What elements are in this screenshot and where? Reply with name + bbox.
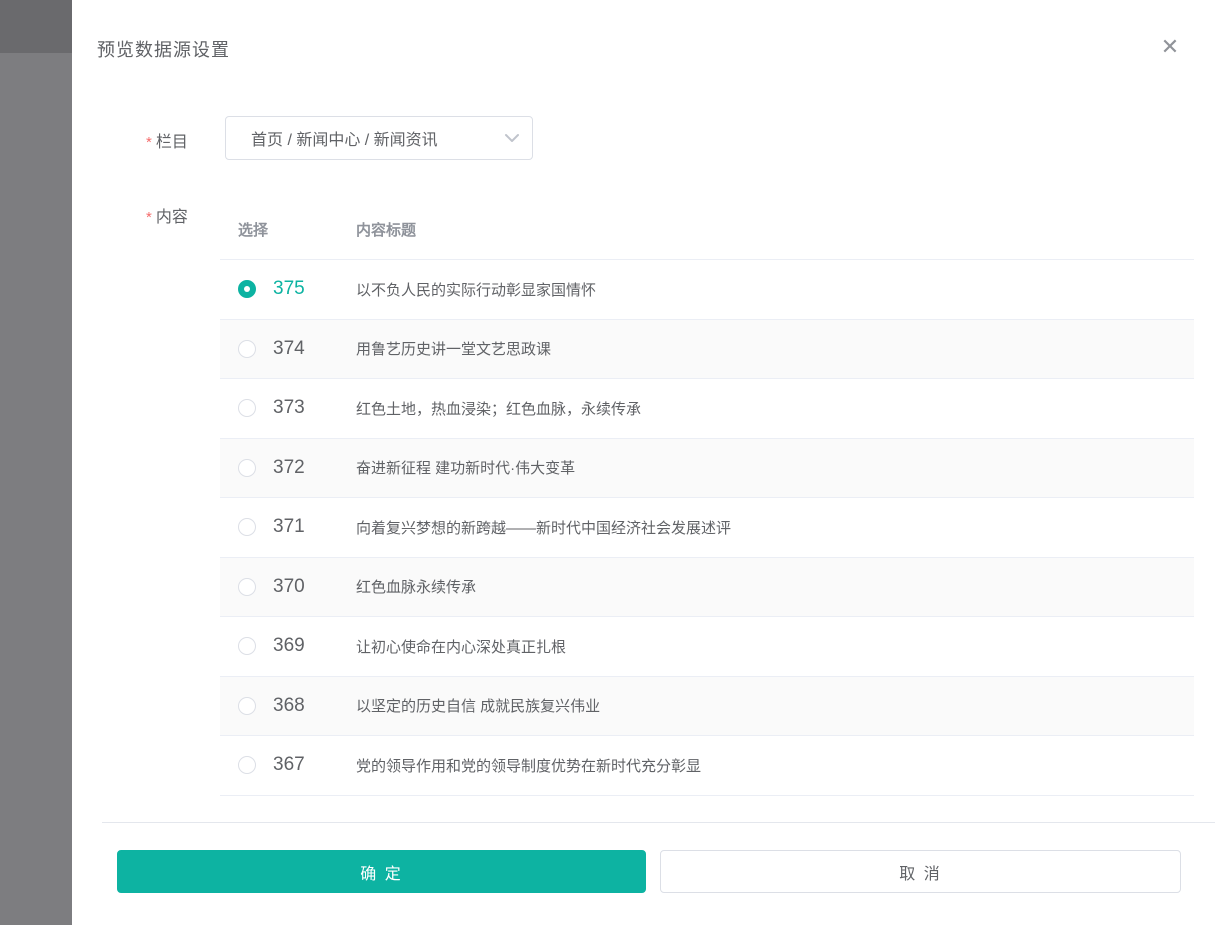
required-mark: * <box>146 209 152 226</box>
row-title: 奋进新征程 建功新时代·伟大变革 <box>356 460 576 478</box>
row-id: 373 <box>273 397 305 419</box>
row-title: 向着复兴梦想的新跨越——新时代中国经济社会发展述评 <box>356 519 732 537</box>
row-select-cell: 374 <box>220 338 356 360</box>
table-row[interactable]: 373 红色土地，热血浸染；红色血脉，永续传承 <box>220 379 1194 439</box>
column-select-value: 首页 / 新闻中心 / 新闻资讯 <box>251 132 438 149</box>
required-mark: * <box>146 134 152 151</box>
row-select-cell: 368 <box>220 695 356 717</box>
row-title: 用鲁艺历史讲一堂文艺思政课 <box>356 341 552 359</box>
table-row[interactable]: 372 奋进新征程 建功新时代·伟大变革 <box>220 438 1194 498</box>
header-title-column: 内容标题 <box>356 222 417 239</box>
radio-button-icon[interactable] <box>238 637 256 656</box>
confirm-button[interactable]: 确 定 <box>117 850 646 893</box>
row-select-cell: 369 <box>220 635 356 657</box>
row-id: 369 <box>273 635 305 657</box>
row-id: 375 <box>273 278 305 300</box>
table-row[interactable]: 369 让初心使命在内心深处真正扎根 <box>220 617 1194 677</box>
close-icon[interactable]: ✕ <box>1154 31 1186 63</box>
row-id: 367 <box>273 754 305 776</box>
row-id: 370 <box>273 575 305 597</box>
radio-button-icon[interactable] <box>238 458 256 477</box>
row-title: 让初心使命在内心深处真正扎根 <box>356 638 567 656</box>
dialog-title: 预览数据源设置 <box>97 40 230 60</box>
radio-button-icon[interactable] <box>238 577 256 596</box>
content-table-header: 选择 内容标题 <box>220 200 1194 260</box>
radio-button-icon[interactable] <box>238 756 256 775</box>
cancel-button[interactable]: 取 消 <box>660 850 1181 893</box>
row-select-cell: 373 <box>220 397 356 419</box>
row-id: 372 <box>273 456 305 478</box>
row-title: 红色土地，热血浸染；红色血脉，永续传承 <box>356 400 642 418</box>
content-table-body: 375 以不负人民的实际行动彰显家国情怀 374 用鲁艺历史讲一堂文艺思政课 3… <box>220 260 1194 796</box>
row-title: 党的领导作用和党的领导制度优势在新时代充分彰显 <box>356 757 702 775</box>
table-row[interactable]: 367 党的领导作用和党的领导制度优势在新时代充分彰显 <box>220 736 1194 796</box>
radio-button-icon[interactable] <box>238 518 256 537</box>
table-row[interactable]: 371 向着复兴梦想的新跨越——新时代中国经济社会发展述评 <box>220 498 1194 558</box>
table-row[interactable]: 368 以坚定的历史自信 成就民族复兴伟业 <box>220 676 1194 736</box>
row-title: 以坚定的历史自信 成就民族复兴伟业 <box>356 698 601 716</box>
row-title: 红色血脉永续传承 <box>356 579 477 597</box>
column-field-label: * 栏目 <box>146 128 188 152</box>
row-select-cell: 371 <box>220 516 356 538</box>
row-select-cell: 372 <box>220 457 356 479</box>
radio-button-icon[interactable] <box>238 280 256 299</box>
footer-divider <box>102 822 1215 823</box>
preview-datasource-dialog: 预览数据源设置 ✕ * 栏目 首页 / 新闻中心 / 新闻资讯 * 内容 选择 内容… <box>72 0 1220 925</box>
row-select-cell: 375 <box>220 278 356 300</box>
radio-button-icon[interactable] <box>238 696 256 715</box>
table-row[interactable]: 374 用鲁艺历史讲一堂文艺思政课 <box>220 319 1194 379</box>
column-select[interactable]: 首页 / 新闻中心 / 新闻资讯 <box>225 116 533 160</box>
content-field-label-text: 内容 <box>155 209 188 226</box>
row-select-cell: 367 <box>220 754 356 776</box>
content-table: 选择 内容标题 375 以不负人民的实际行动彰显家国情怀 374 用鲁艺历史讲一… <box>220 200 1194 796</box>
radio-button-icon[interactable] <box>238 399 256 418</box>
chevron-down-icon <box>492 133 532 143</box>
header-select-column: 选择 <box>238 222 269 239</box>
table-row[interactable]: 375 以不负人民的实际行动彰显家国情怀 <box>220 260 1194 320</box>
dimmed-page-topbar <box>0 0 72 53</box>
dimmed-page-backdrop <box>0 0 72 925</box>
row-title: 以不负人民的实际行动彰显家国情怀 <box>356 281 597 299</box>
row-select-cell: 370 <box>220 576 356 598</box>
radio-button-icon[interactable] <box>238 339 256 358</box>
row-id: 374 <box>273 337 305 359</box>
content-field-label: * 内容 <box>146 203 188 227</box>
row-id: 371 <box>273 516 305 538</box>
column-field-label-text: 栏目 <box>155 134 188 151</box>
row-id: 368 <box>273 694 305 716</box>
table-row[interactable]: 370 红色血脉永续传承 <box>220 557 1194 617</box>
